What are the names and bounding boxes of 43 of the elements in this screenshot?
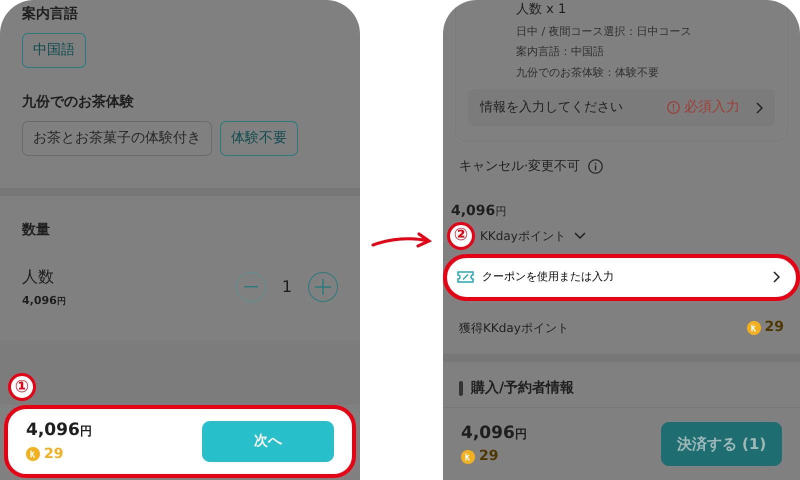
- info-row[interactable]: 情報を入力してください 必須入力: [468, 89, 775, 126]
- summary-line: 人数 x 1: [516, 1, 568, 19]
- summary-line: 案内言語：中国語: [516, 44, 605, 60]
- total-price: 4,096円: [461, 422, 527, 443]
- points-value: 29: [479, 447, 498, 466]
- section-title: 数量: [22, 221, 51, 240]
- section-bar: [459, 381, 463, 396]
- summary-line: 九份でのお茶体験：体験不要: [516, 64, 660, 80]
- point-coin-icon: [746, 320, 761, 335]
- earned-points-label: 獲得KKdayポイント: [459, 320, 570, 337]
- quantity-label: 人数: [22, 266, 55, 288]
- option-chip[interactable]: 中国語: [22, 33, 86, 68]
- step-marker: ①: [8, 373, 36, 401]
- alert-icon: [667, 101, 680, 114]
- points-value: 29: [44, 444, 64, 464]
- section-title: 九份でのお茶体験: [22, 93, 135, 112]
- quantity-value: 1: [282, 276, 292, 298]
- coupon-row[interactable]: クーポンを使用または入力: [443, 254, 800, 302]
- cancel-policy: キャンセル·変更不可: [459, 158, 580, 176]
- summary-line: 日中 / 夜間コース選択：日中コース: [516, 24, 693, 40]
- total-price: 4,096円: [26, 420, 92, 440]
- chevron-right-icon: [773, 271, 780, 284]
- option-chip[interactable]: お茶とお茶菓子の体験付き: [22, 121, 212, 156]
- point-coin-icon: [461, 450, 475, 464]
- info-icon[interactable]: [588, 159, 604, 174]
- next-button[interactable]: 次へ: [202, 421, 334, 462]
- step-marker: ②: [447, 222, 475, 250]
- ticket-icon: [457, 271, 474, 284]
- point-coin-icon: [26, 447, 40, 462]
- section-title: 案内言語: [22, 4, 79, 24]
- points-value: 29: [764, 318, 784, 338]
- chevron-right-icon: [756, 102, 763, 114]
- option-chip[interactable]: 体験不要: [220, 121, 298, 156]
- chevron-icon: [574, 232, 586, 239]
- plus-icon: [315, 279, 331, 296]
- unit-price: 4,096円: [22, 293, 66, 309]
- required-label: 必須入力: [684, 98, 740, 117]
- plus-button[interactable]: [308, 272, 338, 302]
- section-title: 購入/予約者情報: [471, 379, 574, 398]
- minus-icon: [244, 286, 258, 288]
- pay-button[interactable]: 決済する (1): [661, 422, 782, 466]
- total-price: 4,096円: [450, 202, 508, 220]
- points-toggle[interactable]: KKdayポイント: [479, 226, 587, 246]
